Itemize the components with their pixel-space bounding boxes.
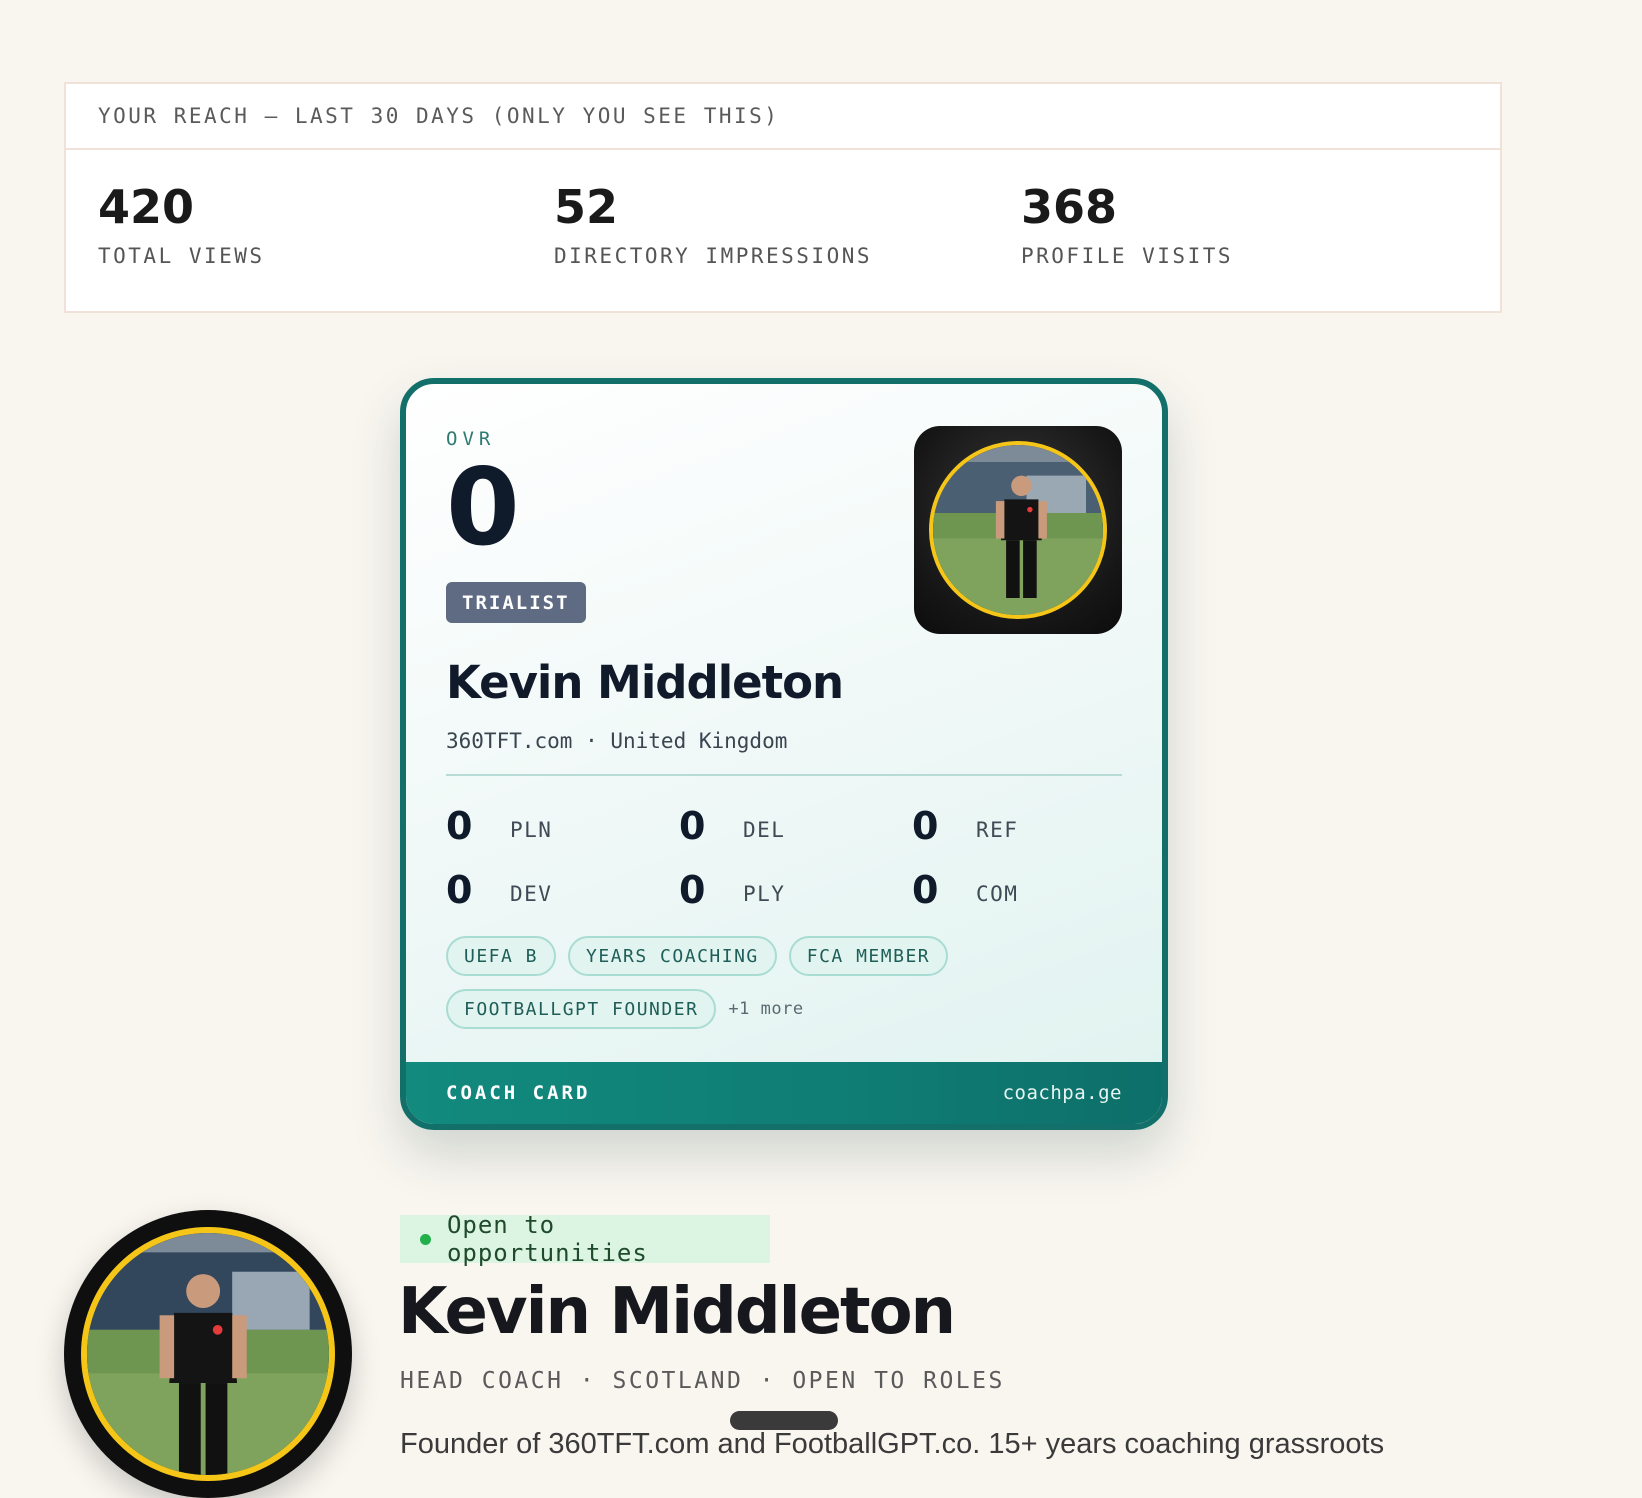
attribute-value: 0 xyxy=(446,804,473,848)
card-footer-title: COACH CARD xyxy=(446,1082,591,1104)
tag-chip: FCA MEMBER xyxy=(788,936,949,976)
stat-value: 368 xyxy=(1021,180,1118,234)
attribute-value: 0 xyxy=(912,804,939,848)
coach-photo xyxy=(929,441,1107,619)
attribute-value: 0 xyxy=(912,868,939,912)
tag-chip: FOOTBALLGPT FOUNDER xyxy=(446,989,717,1029)
attribute-ply: 0 PLY xyxy=(679,858,912,922)
stat-label: DIRECTORY IMPRESSIONS xyxy=(554,244,873,268)
stat-total-views: 420 TOTAL VIEWS xyxy=(98,184,265,268)
reach-title: YOUR REACH — LAST 30 DAYS (ONLY YOU SEE … xyxy=(66,84,1500,150)
attribute-pln: 0 PLN xyxy=(446,794,679,858)
coach-card[interactable]: OVR 0 TRIALIST Kevin Middleton 360TFT.co… xyxy=(400,378,1168,1130)
attribute-dev: 0 DEV xyxy=(446,858,679,922)
attribute-value: 0 xyxy=(679,868,706,912)
tag-list: UEFA B YEARS COACHING FCA MEMBER FOOTBAL… xyxy=(446,936,1126,1029)
card-subtitle: 360TFT.com · United Kingdom xyxy=(446,729,788,753)
attribute-label: PLY xyxy=(743,882,786,906)
page-title: Kevin Middleton xyxy=(398,1275,956,1349)
more-tags-link[interactable]: +1 more xyxy=(728,999,803,1019)
reach-panel: YOUR REACH — LAST 30 DAYS (ONLY YOU SEE … xyxy=(64,82,1502,313)
card-divider xyxy=(446,774,1122,776)
card-footer: COACH CARD coachpa.ge xyxy=(406,1062,1162,1124)
attribute-value: 0 xyxy=(679,804,706,848)
avatar xyxy=(64,1210,352,1498)
attribute-grid: 0 PLN 0 DEL 0 REF 0 DEV 0 PLY 0 COM xyxy=(446,794,1146,922)
profile-bio: Founder of 360TFT.com and FootballGPT.co… xyxy=(400,1428,1385,1460)
status-dot-icon xyxy=(420,1233,431,1245)
stat-directory-impressions: 52 DIRECTORY IMPRESSIONS xyxy=(554,184,872,268)
attribute-label: COM xyxy=(976,882,1019,906)
card-photo xyxy=(914,426,1122,634)
ovr-value: 0 xyxy=(446,446,520,569)
stat-profile-visits: 368 PROFILE VISITS xyxy=(1021,184,1233,268)
tag-chip: YEARS COACHING xyxy=(568,936,777,976)
avatar-photo xyxy=(81,1227,335,1481)
attribute-label: DEL xyxy=(743,818,786,842)
attribute-com: 0 COM xyxy=(912,858,1145,922)
scroll-handle[interactable] xyxy=(730,1411,838,1430)
stat-value: 420 xyxy=(98,180,195,234)
attribute-label: REF xyxy=(976,818,1019,842)
tier-badge: TRIALIST xyxy=(446,582,586,623)
card-footer-domain: coachpa.ge xyxy=(1002,1082,1122,1104)
status-text: Open to opportunities xyxy=(446,1211,648,1267)
stat-label: TOTAL VIEWS xyxy=(98,244,265,268)
profile-meta: HEAD COACH · SCOTLAND · OPEN TO ROLES xyxy=(400,1368,1005,1394)
attribute-ref: 0 REF xyxy=(912,794,1145,858)
status-badge: Open to opportunities xyxy=(400,1211,770,1267)
tag-chip: UEFA B xyxy=(446,936,557,976)
attribute-label: DEV xyxy=(510,882,553,906)
reach-stats: 420 TOTAL VIEWS 52 DIRECTORY IMPRESSIONS… xyxy=(66,150,1500,313)
attribute-value: 0 xyxy=(446,868,473,912)
attribute-label: PLN xyxy=(510,818,553,842)
attribute-del: 0 DEL xyxy=(679,794,912,858)
stat-label: PROFILE VISITS xyxy=(1021,244,1234,268)
card-coach-name: Kevin Middleton xyxy=(446,656,844,709)
stat-value: 52 xyxy=(554,180,619,234)
